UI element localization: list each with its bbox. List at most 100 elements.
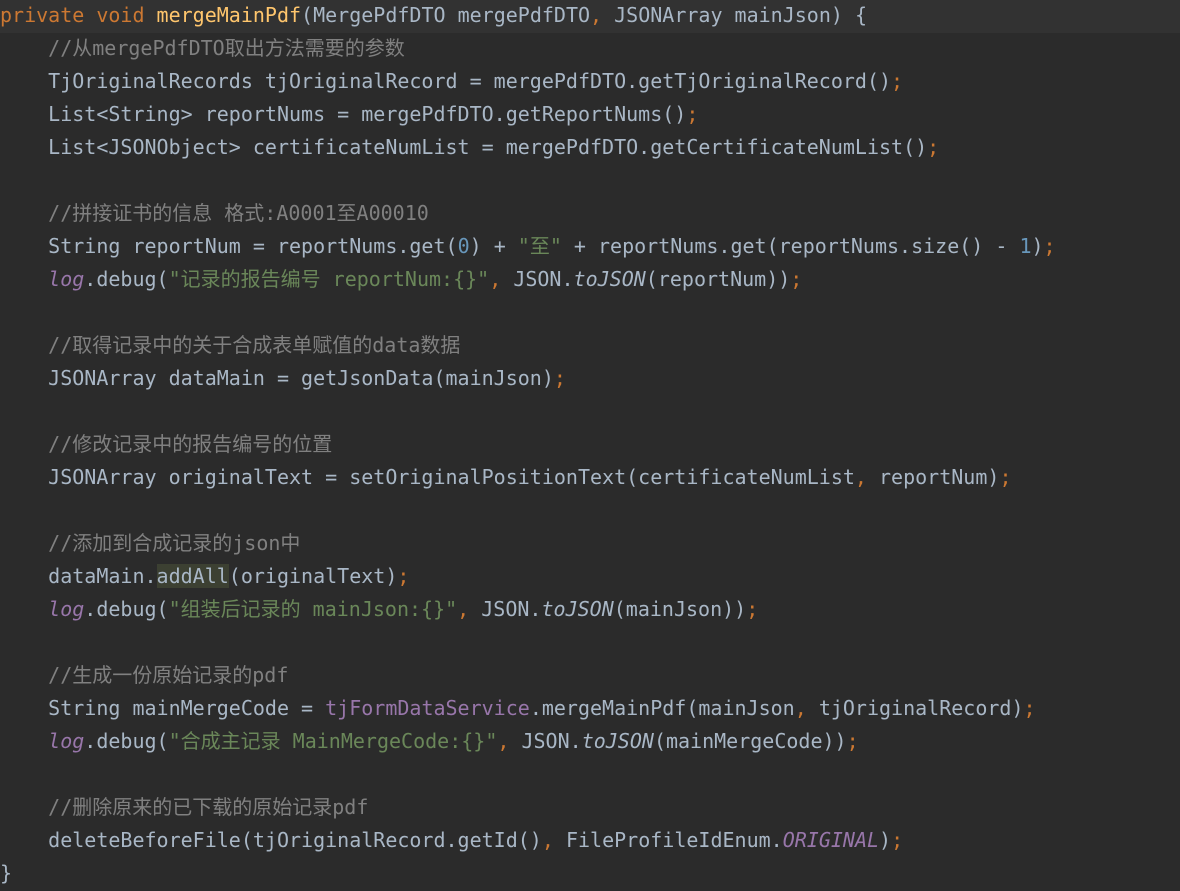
code-line[interactable]: JSONArray dataMain = getJsonData(mainJso… — [0, 363, 1180, 396]
code-line[interactable]: //生成一份原始记录的pdf — [0, 660, 1180, 693]
code-token: addAll — [156, 564, 229, 588]
code-token: , — [794, 696, 819, 720]
code-line[interactable]: //取得记录中的关于合成表单赋值的data数据 — [0, 330, 1180, 363]
code-token: ORIGINAL — [782, 828, 880, 852]
code-token: JSON. — [513, 267, 574, 291]
code-token: } — [0, 861, 13, 885]
code-token: , — [854, 465, 880, 489]
code-line[interactable]: TjOriginalRecords tjOriginalRecord = mer… — [0, 66, 1180, 99]
code-token: JSONArray originalText = setOriginalPosi… — [0, 465, 855, 489]
code-token: ; — [746, 597, 759, 621]
code-token: log — [48, 729, 85, 753]
code-token: , — [497, 729, 522, 753]
code-token: (reportNum)) — [645, 267, 791, 291]
code-token: ; — [686, 102, 699, 126]
code-line[interactable]: //修改记录中的报告编号的位置 — [0, 429, 1180, 462]
code-line[interactable]: JSONArray originalText = setOriginalPosi… — [0, 462, 1180, 495]
code-token: reportNum) — [879, 465, 1000, 489]
code-line[interactable] — [0, 495, 1180, 528]
code-token: JSON. — [481, 597, 542, 621]
code-token: ; — [891, 828, 904, 852]
code-token: (originalText) — [228, 564, 398, 588]
code-token: "组装后记录的 mainJson:{}" — [168, 597, 458, 621]
code-token: private void — [0, 3, 157, 27]
code-line[interactable]: //添加到合成记录的json中 — [0, 528, 1180, 561]
code-line[interactable]: } — [0, 858, 1180, 891]
code-token: JSONArray dataMain = getJsonData(mainJso… — [0, 366, 554, 390]
code-editor[interactable]: private void mergeMainPdf(MergePdfDTO me… — [0, 0, 1180, 891]
code-token: (MergePdfDTO mergePdfDTO — [301, 3, 591, 27]
code-token: "合成主记录 MainMergeCode:{}" — [168, 729, 498, 753]
code-token: + reportNums.get(reportNums.size() - — [561, 234, 1020, 258]
code-token: List<String> reportNums = mergePdfDTO.ge… — [0, 102, 687, 126]
code-line[interactable]: //拼接证书的信息 格式:A0001至A00010 — [0, 198, 1180, 231]
code-token: String reportNum = reportNums.get( — [0, 234, 458, 258]
code-token: ; — [1043, 234, 1056, 258]
code-token: (mainJson)) — [613, 597, 747, 621]
code-line[interactable]: log.debug("合成主记录 MainMergeCode:{}", JSON… — [0, 726, 1180, 759]
code-line[interactable]: //删除原来的已下载的原始记录pdf — [0, 792, 1180, 825]
code-token: mergeMainPdf — [156, 3, 302, 27]
code-token: 1 — [1019, 234, 1032, 258]
code-token: //修改记录中的报告编号的位置 — [48, 432, 333, 456]
code-token: ; — [891, 69, 904, 93]
code-token: List<JSONObject> certificateNumList = me… — [0, 135, 928, 159]
code-token: , — [457, 597, 482, 621]
code-token: (mainMergeCode)) — [653, 729, 847, 753]
code-line[interactable]: String reportNum = reportNums.get(0) + "… — [0, 231, 1180, 264]
code-token: JSON. — [521, 729, 582, 753]
code-token: toJSON — [573, 267, 646, 291]
code-token: ; — [397, 564, 410, 588]
code-line[interactable] — [0, 165, 1180, 198]
code-line[interactable] — [0, 627, 1180, 660]
code-line[interactable]: List<String> reportNums = mergePdfDTO.ge… — [0, 99, 1180, 132]
code-line[interactable]: List<JSONObject> certificateNumList = me… — [0, 132, 1180, 165]
code-line[interactable]: log.debug("记录的报告编号 reportNum:{}", JSON.t… — [0, 264, 1180, 297]
code-token: log — [48, 267, 85, 291]
code-token: , — [541, 828, 566, 852]
code-token: //添加到合成记录的json中 — [48, 531, 301, 555]
code-token: ; — [553, 366, 566, 390]
code-line[interactable]: dataMain.addAll(originalText); — [0, 561, 1180, 594]
code-token: "至" — [517, 234, 562, 258]
code-token: .debug( — [84, 267, 169, 291]
code-token: 0 — [457, 234, 470, 258]
code-line[interactable]: log.debug("组装后记录的 mainJson:{}", JSON.toJ… — [0, 594, 1180, 627]
code-token: .debug( — [84, 597, 169, 621]
code-line[interactable]: private void mergeMainPdf(MergePdfDTO me… — [0, 0, 1180, 33]
code-token: ; — [790, 267, 803, 291]
code-token: //生成一份原始记录的pdf — [48, 663, 289, 687]
code-token: dataMain. — [0, 564, 157, 588]
code-token: //删除原来的已下载的原始记录pdf — [48, 795, 369, 819]
code-line[interactable] — [0, 759, 1180, 792]
code-token: //取得记录中的关于合成表单赋值的data数据 — [48, 333, 461, 357]
code-token: , — [590, 3, 615, 27]
code-token: , — [489, 267, 514, 291]
code-token: tjFormDataService — [325, 696, 530, 720]
code-token: ; — [999, 465, 1012, 489]
code-token: "记录的报告编号 reportNum:{}" — [168, 267, 490, 291]
code-token: toJSON — [541, 597, 614, 621]
code-line[interactable]: deleteBeforeFile(tjOriginalRecord.getId(… — [0, 825, 1180, 858]
code-token: log — [48, 597, 85, 621]
code-token: toJSON — [581, 729, 654, 753]
code-token: ; — [927, 135, 940, 159]
code-token: //拼接证书的信息 格式:A0001至A00010 — [48, 201, 429, 225]
code-line[interactable]: //从mergePdfDTO取出方法需要的参数 — [0, 33, 1180, 66]
code-line[interactable]: String mainMergeCode = tjFormDataService… — [0, 693, 1180, 726]
code-line[interactable] — [0, 297, 1180, 330]
code-token: deleteBeforeFile(tjOriginalRecord.getId(… — [0, 828, 542, 852]
code-token: ; — [846, 729, 859, 753]
code-token: //从mergePdfDTO取出方法需要的参数 — [48, 36, 405, 60]
code-line[interactable] — [0, 396, 1180, 429]
code-token: String mainMergeCode = — [0, 696, 326, 720]
